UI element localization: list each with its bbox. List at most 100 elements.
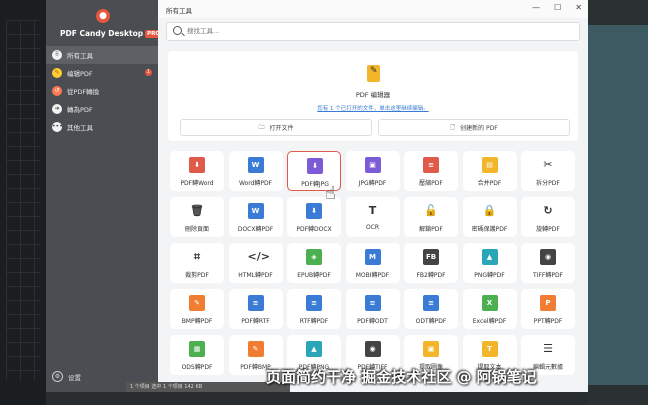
title-bar: 所有工具 — ☐ ✕: [158, 0, 588, 18]
tool-label: 旋轉PDF: [536, 226, 560, 233]
tool-mobi[interactable]: M MOBI轉PDF: [345, 243, 400, 283]
pdf-to-tiff-icon: ◉: [364, 341, 381, 357]
tool-label: ODS轉PDF: [181, 364, 213, 371]
tool-label: 刪除頁面: [184, 226, 209, 233]
convert-to-icon: ➜: [52, 104, 62, 114]
app-name: PDF Candy Desktop PRO: [60, 29, 163, 38]
tool-jpg[interactable]: ▣ JPG轉PDF: [345, 151, 400, 191]
grid-icon: ⠿: [52, 50, 62, 60]
settings-button[interactable]: ⚙ 设置: [52, 371, 81, 382]
tool-pdf-to-odt[interactable]: ≡ PDF轉ODT: [345, 289, 400, 329]
open-file-button[interactable]: 🗀 打开文件: [180, 119, 372, 136]
tool-unlock[interactable]: 🔓 解鎖PDF: [404, 197, 458, 237]
tool-odt[interactable]: ≡ ODT轉PDF: [404, 289, 458, 329]
tool-label: OCR: [365, 224, 380, 231]
minimize-button[interactable]: —: [532, 3, 540, 12]
excel-icon: X: [481, 295, 498, 311]
search-box[interactable]: [166, 22, 580, 41]
sidebar-item-1[interactable]: ✎ 编辑PDF 1: [46, 64, 158, 82]
search-input[interactable]: [185, 26, 569, 36]
edit-icon: ✎: [52, 68, 62, 78]
tool-label: FB2轉PDF: [416, 272, 446, 279]
tool-brush[interactable]: ✎ BMP轉PDF: [170, 289, 224, 329]
sidebar-item-2[interactable]: ↺ 從PDF轉換: [46, 82, 158, 100]
tool-label: MOBI轉PDF: [355, 272, 390, 279]
trash-icon: 🗑: [190, 204, 204, 217]
pdf-to-jpg-icon: ⬇: [307, 158, 323, 174]
tool-rotate[interactable]: ↻ 旋轉PDF: [521, 197, 575, 237]
tool-ocr[interactable]: T OCR: [345, 197, 400, 237]
tool-label: PDF轉RTF: [241, 318, 270, 325]
tool-docx[interactable]: W DOCX轉PDF: [228, 197, 283, 237]
sidebar-nav: ⠿ 所有工具 ✎ 编辑PDF 1 ↺ 從PDF轉換 ➜ 轉為PDF ••• 其他工具: [46, 46, 158, 136]
sidebar-item-label: 轉為PDF: [67, 106, 93, 114]
tool-label: 合并PDF: [477, 180, 502, 187]
desktop-background-right: [588, 0, 648, 405]
notification-badge: 1: [145, 69, 152, 76]
extract-images-icon: ▣: [423, 341, 439, 357]
sidebar-item-0[interactable]: ⠿ 所有工具: [46, 46, 158, 64]
tool-label: Word轉PDF: [238, 180, 273, 187]
tool-ppt[interactable]: P PPT轉PDF: [521, 289, 575, 329]
sidebar-item-3[interactable]: ➜ 轉為PDF: [46, 100, 158, 118]
tool-label: DOCX轉PDF: [237, 226, 274, 233]
tool-trash[interactable]: 🗑 刪除頁面: [170, 197, 224, 237]
rtf-icon: ≡: [306, 295, 322, 311]
jpg-icon: ▣: [364, 157, 381, 173]
tool-pdf-to-word[interactable]: ⬇ PDF轉Word: [170, 151, 224, 191]
settings-label: 设置: [68, 373, 81, 382]
ods-icon: ▦: [189, 341, 205, 357]
fb2-icon: FB: [423, 249, 439, 265]
tool-label: PPT轉PDF: [533, 318, 563, 325]
tool-label: BMP轉PDF: [181, 318, 213, 325]
create-new-label: 创建新的 PDF: [460, 125, 498, 132]
sidebar-item-label: 所有工具: [67, 52, 93, 60]
tool-label: ODT轉PDF: [415, 318, 447, 325]
close-button[interactable]: ✕: [575, 3, 582, 12]
tool-rtf[interactable]: ≡ RTF轉PDF: [287, 289, 341, 329]
pdf-editor-icon: [367, 65, 380, 82]
pdf-editor-card[interactable]: PDF 编辑器 您有 1 个已打开的文件，单击这里继续编辑。 🗀 打开文件 🗋 …: [168, 51, 578, 141]
tool-epub[interactable]: ◈ EPUB轉PDF: [287, 243, 341, 283]
app-logo-icon: ●: [96, 9, 110, 23]
tool-merge[interactable]: ▤ 合并PDF: [462, 151, 517, 191]
tool-fb2[interactable]: FB FB2轉PDF: [404, 243, 458, 283]
open-file-label: 打开文件: [269, 125, 294, 132]
tool-ods[interactable]: ▦ ODS轉PDF: [170, 335, 224, 375]
crop-icon: ⌗: [193, 250, 201, 263]
tool-html[interactable]: </> HTML轉PDF: [228, 243, 283, 283]
tool-label: 解鎖PDF: [419, 226, 443, 233]
compress-icon: ≡: [423, 157, 439, 173]
tool-label: HTML轉PDF: [238, 272, 273, 279]
continue-editing-link[interactable]: 您有 1 个已打开的文件，单击这里继续编辑。: [168, 104, 578, 112]
sidebar-item-label: 其他工具: [67, 124, 93, 132]
tool-camera[interactable]: ◉ TIFF轉PDF: [521, 243, 575, 283]
tool-png[interactable]: ▲ PNG轉PDF: [462, 243, 517, 283]
epub-icon: ◈: [306, 249, 322, 265]
pdf-to-word-icon: ⬇: [189, 157, 205, 173]
rotate-icon: ↻: [543, 204, 553, 217]
tool-word[interactable]: W Word轉PDF: [228, 151, 283, 191]
tool-excel[interactable]: X Excel轉PDF: [462, 289, 517, 329]
tool-label: 拆分PDF: [536, 180, 560, 187]
sidebar-item-4[interactable]: ••• 其他工具: [46, 118, 158, 136]
more-icon: •••: [52, 122, 63, 132]
tool-label: 裁剪PDF: [185, 272, 209, 279]
pdf-to-rtf-icon: ≡: [247, 295, 264, 311]
ppt-icon: P: [540, 295, 556, 311]
tool-lock[interactable]: 🔒 密碼保護PDF: [462, 197, 517, 237]
sidebar: ● PDF Candy Desktop PRO ⠿ 所有工具 ✎ 编辑PDF 1 ↺ 從PDF…: [46, 0, 163, 392]
main-panel: 所有工具 — ☐ ✕ PDF 编辑器 您有 1 个已打开的文件，单击这里继续编辑…: [158, 0, 588, 392]
video-caption: 页面简约干净 掘金技术社区 @ 阿锅笔记: [266, 368, 537, 386]
maximize-button[interactable]: ☐: [554, 3, 561, 12]
tool-pdf-to-rtf[interactable]: ≡ PDF轉RTF: [228, 289, 283, 329]
tool-compress[interactable]: ≡ 壓縮PDF: [404, 151, 458, 191]
tool-scissors[interactable]: ✂ 拆分PDF: [521, 151, 575, 191]
extract-text-icon: T: [481, 341, 498, 357]
create-new-pdf-button[interactable]: 🗋 创建新的 PDF: [378, 119, 570, 136]
tool-crop[interactable]: ⌗ 裁剪PDF: [170, 243, 224, 283]
camera-icon: ◉: [540, 249, 556, 265]
docx-icon: W: [247, 203, 264, 219]
tool-label: Excel轉PDF: [472, 318, 507, 325]
app-window: ● PDF Candy Desktop PRO ⠿ 所有工具 ✎ 编辑PDF 1 ↺ 從PDF…: [46, 0, 588, 392]
